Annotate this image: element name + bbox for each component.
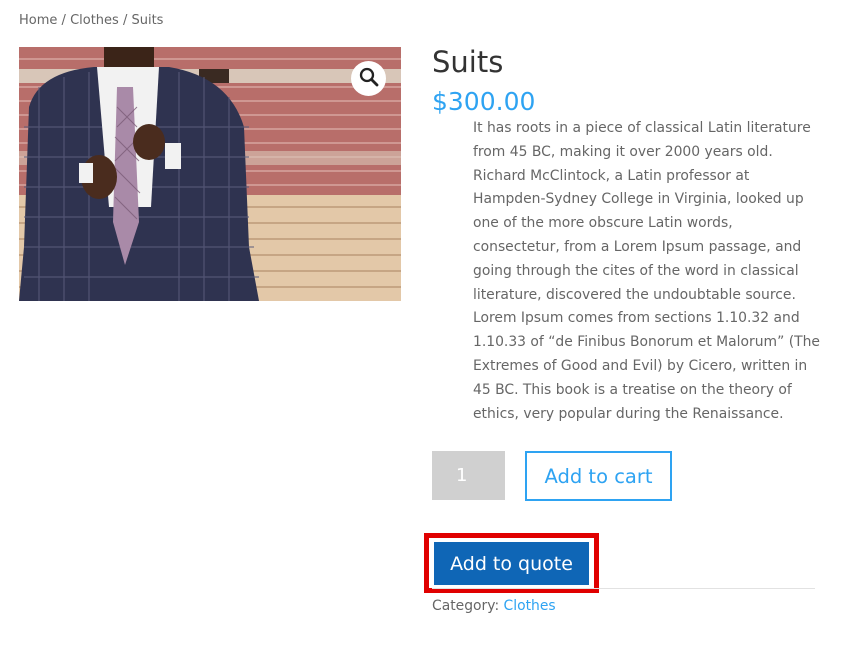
product-title: Suits	[432, 45, 504, 79]
quantity-input[interactable]	[432, 451, 505, 500]
divider	[432, 588, 815, 589]
category-link[interactable]: Clothes	[504, 598, 556, 614]
breadcrumb-separator: /	[122, 13, 128, 28]
breadcrumb-current: Suits	[131, 13, 164, 28]
product-category: Category: Clothes	[432, 598, 556, 614]
zoom-button[interactable]	[351, 61, 386, 96]
product-image[interactable]	[19, 47, 401, 301]
product-price: $300.00	[432, 87, 536, 116]
add-to-quote-button[interactable]: Add to quote	[434, 542, 589, 585]
magnifier-icon	[359, 67, 379, 91]
breadcrumb-clothes-link[interactable]: Clothes	[70, 13, 119, 28]
product-description: It has roots in a piece of classical Lat…	[473, 120, 820, 422]
breadcrumb-separator: /	[61, 13, 66, 28]
category-label: Category:	[432, 598, 500, 614]
breadcrumb: Home / Clothes / Suits	[19, 13, 163, 28]
add-to-cart-button[interactable]: Add to cart	[525, 451, 672, 501]
breadcrumb-home-link[interactable]: Home	[19, 13, 57, 28]
